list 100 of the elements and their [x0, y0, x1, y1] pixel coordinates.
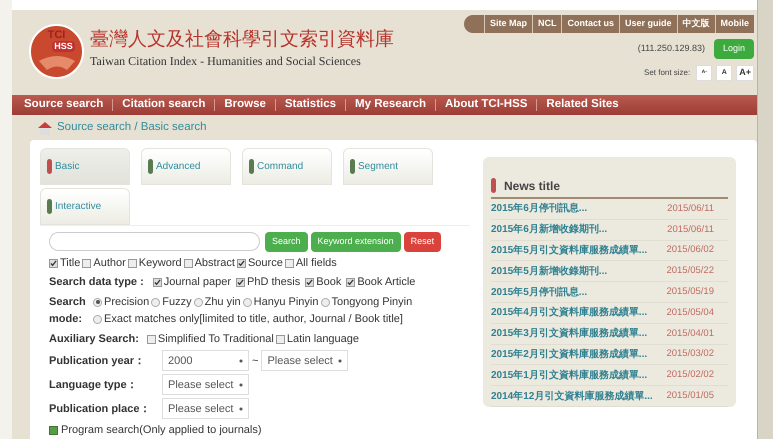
select-field[interactable]: 2000: [162, 350, 249, 372]
caret-icon: [338, 358, 342, 363]
radio-button[interactable]: [242, 298, 252, 307]
checkbox[interactable]: [49, 258, 58, 268]
select-field[interactable]: Please select: [162, 398, 249, 420]
news-link[interactable]: 2015年6月停刊訊息...: [491, 201, 588, 216]
search-field[interactable]: [49, 232, 260, 252]
top-link[interactable]: NCL: [532, 15, 562, 33]
radio-button[interactable]: [320, 298, 330, 307]
checkbox[interactable]: [236, 278, 246, 288]
news-date: 2015/05/19: [666, 284, 714, 299]
checkbox[interactable]: [184, 258, 193, 268]
range-separator: ~: [252, 354, 258, 369]
field-label: Publication place：: [49, 402, 152, 417]
option-label: Zhu yin: [204, 294, 241, 310]
option-label: Precision: [104, 294, 150, 310]
radio-button[interactable]: [93, 314, 102, 324]
field-label: Language type：: [49, 378, 139, 393]
checkbox[interactable]: [152, 278, 162, 288]
radio-button[interactable]: [194, 298, 203, 307]
nav-link[interactable]: Source search: [24, 96, 104, 114]
news-date: 2015/06/02: [666, 243, 714, 258]
checkbox[interactable]: [305, 278, 314, 288]
heading-marker-icon: [491, 178, 496, 194]
news-link[interactable]: 2015年1月引文資料庫服務成績單...: [491, 368, 648, 383]
field-label: Publication year：: [49, 354, 146, 369]
top-link[interactable]: 中文版: [676, 15, 714, 33]
checkbox[interactable]: [146, 334, 156, 344]
nav-link[interactable]: Statistics: [284, 96, 336, 114]
option-label: Title: [60, 256, 80, 271]
option-label: Simplified To Traditional: [158, 332, 274, 347]
select-field[interactable]: Please select: [261, 350, 348, 372]
radio-button[interactable]: [151, 298, 160, 307]
option-label: Latin language: [286, 332, 360, 347]
tab[interactable]: Basic: [40, 148, 130, 185]
field-label: Search mode:: [49, 294, 87, 327]
news-date: 2015/05/22: [666, 264, 714, 278]
caret-icon: [239, 358, 243, 363]
news-link[interactable]: 2015年5月停刊訊息...: [491, 284, 588, 300]
tab[interactable]: Command: [242, 148, 332, 185]
news-date: 2015/01/05: [666, 388, 714, 403]
nav-link[interactable]: Browse: [224, 96, 266, 114]
news-date: 2015/06/11: [667, 222, 714, 237]
top-link[interactable]: Mobile: [714, 15, 754, 33]
program-search-link[interactable]: Program search(Only applied to journals): [61, 422, 262, 439]
news-date: 2015/03/02: [666, 347, 714, 362]
nav-link[interactable]: About TCI-HSS: [445, 96, 528, 114]
nav-link[interactable]: My Research: [355, 96, 426, 114]
font-size-button[interactable]: A+: [736, 65, 754, 81]
search-action-button[interactable]: Keyword extension: [310, 232, 401, 252]
news-date: 2015/05/04: [666, 306, 714, 320]
nav-link[interactable]: Citation search: [122, 96, 206, 114]
select-field[interactable]: Please select: [162, 374, 249, 396]
option-label: PhD thesis: [247, 275, 300, 290]
option-label: Author: [93, 256, 126, 271]
checkbox[interactable]: [284, 258, 294, 268]
radio-button[interactable]: [93, 298, 102, 307]
news-link[interactable]: 2014年12月引文資料庫服務成績單...: [491, 388, 653, 404]
option-label: Source: [248, 256, 283, 271]
news-link[interactable]: 2015年4月引文資料庫服務成績單...: [491, 305, 648, 320]
option-label: Abstract: [194, 256, 235, 271]
news-heading: News title: [504, 178, 560, 195]
option-label: Tongyong Pinyin: [332, 294, 412, 310]
nav-link[interactable]: Related Sites: [546, 96, 619, 114]
news-link[interactable]: 2015年5月引文資料庫服務成績單...: [491, 242, 648, 258]
option-label: Keyword: [138, 256, 182, 271]
checkbox[interactable]: [276, 334, 285, 344]
home-icon[interactable]: [37, 120, 53, 135]
checkbox[interactable]: [82, 258, 92, 268]
checkbox[interactable]: [346, 278, 356, 288]
checkbox[interactable]: [236, 258, 246, 268]
scrollbar[interactable]: [757, 0, 773, 439]
news-link[interactable]: 2015年5月新增收錄期刊...: [491, 264, 608, 279]
option-label: All fields: [296, 256, 337, 271]
search-action-button[interactable]: Reset: [404, 232, 442, 252]
caret-icon: [239, 382, 243, 387]
font-size-label: Set font size:: [644, 67, 690, 79]
login-button[interactable]: Login: [714, 39, 754, 59]
search-action-button[interactable]: Search: [265, 232, 308, 252]
breadcrumb[interactable]: Source search / Basic search: [57, 119, 207, 136]
tab[interactable]: Segment: [343, 148, 433, 185]
top-link[interactable]: Contact us: [561, 15, 619, 33]
field-label: Auxiliary Search:: [49, 332, 139, 347]
top-link[interactable]: User guide: [618, 15, 676, 33]
option-label: Book: [316, 275, 342, 290]
option-label: Book Article: [357, 275, 416, 290]
top-link[interactable]: Site Map: [484, 15, 532, 33]
caret-icon: [239, 406, 243, 411]
option-label: Hanyu Pinyin: [254, 294, 318, 310]
news-link[interactable]: 2015年3月引文資料庫服務成績單...: [491, 326, 648, 342]
news-date: 2015/06/11: [667, 202, 714, 216]
checkbox[interactable]: [128, 258, 137, 268]
news-date: 2015/04/01: [666, 326, 714, 341]
news-link[interactable]: 2015年6月新增收錄期刊...: [491, 222, 608, 238]
site-subtitle: Taiwan Citation Index - Humanities and Social Sciences: [90, 52, 362, 70]
tab[interactable]: Interactive: [40, 188, 130, 225]
news-link[interactable]: 2015年2月引文資料庫服務成績單...: [491, 346, 648, 362]
option-label: Exact matches only[limited to title, author, Journal / Book title]: [104, 312, 403, 327]
option-label: Journal paper: [164, 275, 232, 290]
tab[interactable]: Advanced: [141, 148, 231, 185]
